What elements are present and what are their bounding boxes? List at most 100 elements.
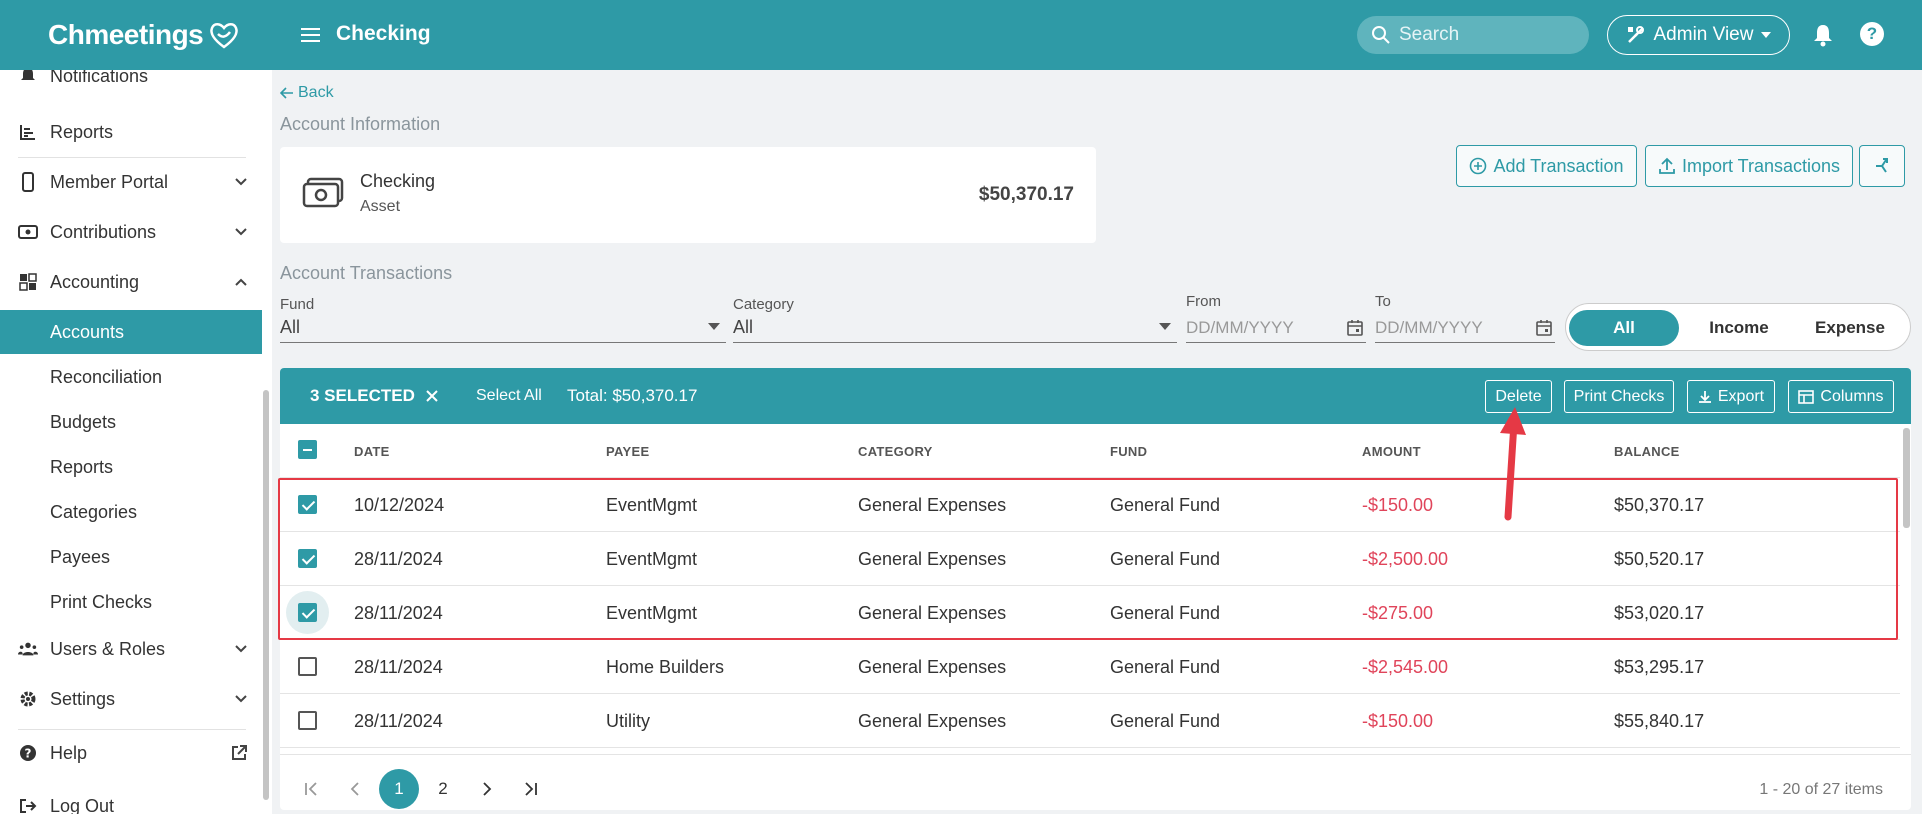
search-icon [1372, 26, 1390, 44]
bell-icon [18, 70, 38, 86]
print-checks-button[interactable]: Print Checks [1564, 380, 1674, 413]
row-checkbox[interactable] [298, 657, 317, 676]
row-date: 28/11/2024 [354, 711, 443, 731]
account-card: Checking Asset $50,370.17 [280, 147, 1096, 243]
sidebar-item-users-roles[interactable]: Users & Roles [0, 627, 262, 671]
help-icon[interactable]: ? [1860, 22, 1884, 46]
sidebar-item-accounts[interactable]: Accounts [0, 310, 262, 354]
row-checkbox[interactable] [298, 711, 317, 730]
fund-select[interactable]: All [280, 313, 726, 343]
import-transactions-button[interactable]: Import Transactions [1645, 145, 1853, 187]
sidebar-scrollbar[interactable] [263, 390, 269, 800]
money-bill-icon [302, 177, 344, 208]
last-page-icon[interactable] [511, 769, 551, 809]
print-checks-label: Print Checks [1573, 387, 1665, 405]
sidebar-item-help[interactable]: ? Help [0, 731, 262, 775]
hamburger-menu-icon[interactable] [300, 24, 322, 46]
pagination: 1 2 1 - 20 of 27 items [280, 754, 1911, 810]
row-category: General Expenses [858, 603, 1007, 623]
sidebar-item-reports[interactable]: Reports [0, 110, 262, 154]
from-date-input[interactable]: DD/MM/YYYY [1186, 313, 1366, 343]
export-label: Export [1717, 387, 1765, 405]
clear-selection-icon[interactable] [425, 389, 439, 403]
admin-view-button[interactable]: Admin View [1607, 15, 1790, 55]
select-all-link[interactable]: Select All [476, 387, 542, 405]
segment-all[interactable]: All [1569, 310, 1679, 346]
back-link[interactable]: Back [280, 84, 334, 102]
row-payee: Utility [606, 711, 650, 731]
divider [18, 729, 246, 730]
back-label: Back [298, 84, 334, 101]
add-transaction-button[interactable]: Add Transaction [1456, 145, 1637, 187]
table-row[interactable]: 28/11/2024 EventMgmt General Expenses Ge… [280, 586, 1900, 640]
selection-toolbar: 3 SELECTED Select All Total: $50,370.17 … [280, 368, 1911, 424]
sidebar-item-label: Settings [50, 688, 116, 709]
app-logo[interactable]: Chmeetings [48, 18, 241, 52]
dropdown-arrow-icon [1159, 323, 1171, 330]
search-input[interactable] [1399, 24, 1579, 46]
column-header-category[interactable]: CATEGORY [858, 444, 933, 459]
sidebar-item-accounting-reports[interactable]: Reports [0, 445, 262, 489]
select-all-checkbox[interactable] [298, 440, 317, 459]
sidebar-item-label: Notifications [50, 70, 149, 86]
to-date-input[interactable]: DD/MM/YYYY [1375, 313, 1555, 343]
previous-page-icon[interactable] [335, 769, 375, 809]
sidebar-item-label: Accounting [50, 271, 140, 292]
bell-icon[interactable] [1812, 23, 1834, 47]
table-row[interactable]: 28/11/2024 Utility General Expenses Gene… [280, 694, 1900, 748]
selected-total: Total: $50,370.17 [567, 386, 698, 405]
transaction-type-toggle: All Income Expense [1565, 303, 1911, 351]
sidebar-item-contributions[interactable]: Contributions [0, 210, 262, 254]
bar-chart-icon [18, 122, 38, 142]
calendar-icon[interactable] [1346, 319, 1364, 337]
search-box[interactable] [1357, 16, 1589, 54]
export-button[interactable]: Export [1687, 380, 1775, 413]
page-1-button[interactable]: 1 [379, 769, 419, 809]
next-page-icon[interactable] [467, 769, 507, 809]
row-checkbox[interactable] [298, 495, 317, 514]
row-fund: General Fund [1110, 549, 1221, 569]
sidebar-item-reconciliation[interactable]: Reconciliation [0, 355, 262, 399]
columns-button[interactable]: Columns [1788, 380, 1894, 413]
download-icon [1698, 390, 1711, 403]
top-bar: Chmeetings Checking Admin View ? [0, 0, 1922, 70]
column-header-fund[interactable]: FUND [1110, 444, 1147, 459]
row-checkbox[interactable] [298, 549, 317, 568]
table-row[interactable]: 10/12/2024 EventMgmt General Expenses Ge… [280, 478, 1900, 532]
table-row[interactable]: 28/11/2024 EventMgmt General Expenses Ge… [280, 532, 1900, 586]
column-header-date[interactable]: DATE [354, 444, 390, 459]
sidebar-item-accounting[interactable]: Accounting [0, 260, 262, 304]
page-2-button[interactable]: 2 [423, 769, 463, 809]
table-scrollbar[interactable] [1903, 428, 1910, 528]
category-select[interactable]: All [733, 313, 1177, 343]
chevron-up-icon [235, 278, 247, 286]
table-row[interactable]: 28/11/2024 Home Builders General Expense… [280, 640, 1900, 694]
segment-expense[interactable]: Expense [1795, 310, 1905, 346]
sidebar-item-notifications[interactable]: Notifications [0, 70, 262, 98]
segment-income[interactable]: Income [1684, 310, 1794, 346]
sidebar-item-budgets[interactable]: Budgets [0, 400, 262, 444]
row-balance: $53,295.17 [1614, 657, 1705, 677]
sidebar-item-categories[interactable]: Categories [0, 490, 262, 534]
sidebar-item-payees[interactable]: Payees [0, 535, 262, 579]
row-fund: General Fund [1110, 711, 1221, 731]
table-header: DATE PAYEE CATEGORY FUND AMOUNT BALANCE [280, 424, 1900, 478]
sidebar-item-label: Log Out [50, 795, 115, 814]
column-header-amount[interactable]: AMOUNT [1362, 444, 1421, 459]
row-payee: EventMgmt [606, 549, 698, 569]
sidebar-item-settings[interactable]: Settings [0, 677, 262, 721]
first-page-icon[interactable] [291, 769, 331, 809]
sidebar-item-print-checks[interactable]: Print Checks [0, 580, 262, 624]
account-information-heading: Account Information [280, 114, 441, 134]
sidebar-item-log-out[interactable]: Log Out [0, 784, 262, 814]
sidebar-item-member-portal[interactable]: Member Portal [0, 160, 262, 204]
row-amount: -$150.00 [1362, 711, 1434, 731]
column-header-payee[interactable]: PAYEE [606, 444, 649, 459]
calendar-icon[interactable] [1535, 319, 1553, 337]
sidebar-item-label: Reconciliation [50, 366, 163, 387]
column-header-balance[interactable]: BALANCE [1614, 444, 1680, 459]
fund-select-value: All [280, 317, 301, 337]
transfer-button[interactable] [1859, 145, 1905, 187]
row-checkbox[interactable] [298, 603, 317, 622]
row-date: 28/11/2024 [354, 657, 443, 677]
